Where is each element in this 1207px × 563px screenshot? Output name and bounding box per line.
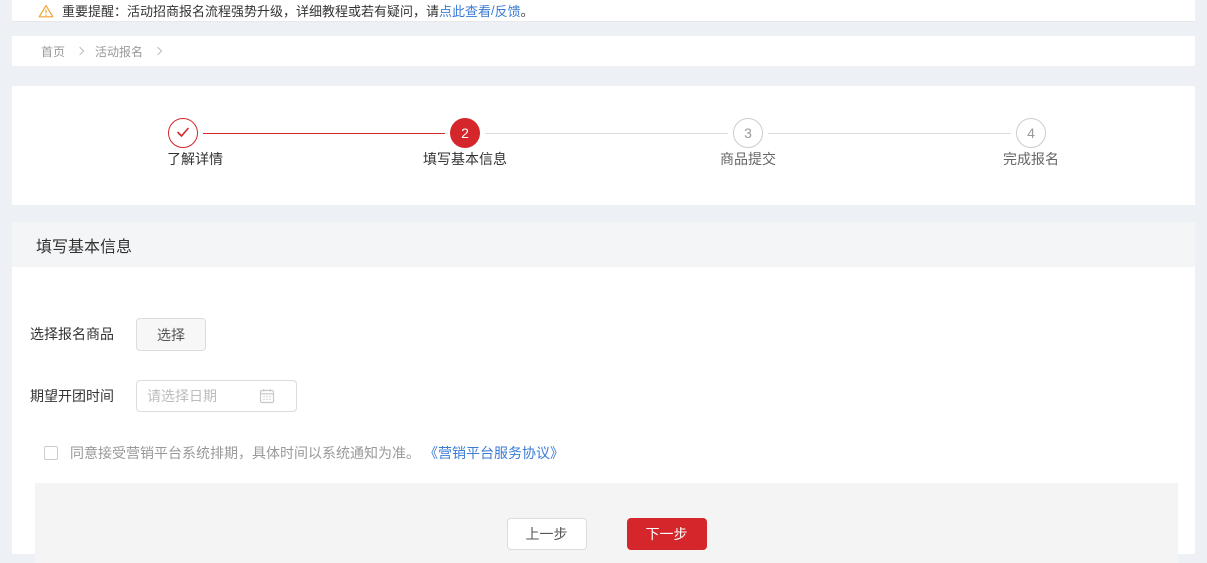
section-title: 填写基本信息	[36, 238, 133, 256]
step-4-label: 完成报名	[1003, 151, 1059, 167]
date-label: 期望开团时间	[30, 388, 114, 404]
product-label: 选择报名商品	[30, 326, 114, 342]
step-1-label: 了解详情	[167, 151, 223, 167]
step-2-label: 填写基本信息	[423, 151, 507, 167]
alert-view-link[interactable]: 点此查看	[439, 1, 491, 20]
step-connector-2-3	[485, 133, 728, 134]
form-footer: 上一步 下一步	[35, 483, 1178, 563]
select-product-button[interactable]: 选择	[136, 318, 206, 351]
step-3-circle: 3	[733, 118, 763, 148]
prev-step-button[interactable]: 上一步	[506, 518, 587, 550]
date-input[interactable]	[137, 381, 255, 411]
breadcrumb: 首页 活动报名	[12, 36, 1195, 66]
form-section: 填写基本信息 选择报名商品 选择 期望开团时间 同意接受营销平台系统排期，具体时…	[12, 222, 1195, 563]
chevron-right-icon	[153, 46, 163, 56]
step-1-circle	[168, 118, 198, 148]
step-4-number: 4	[1027, 125, 1035, 141]
alert-text-suffix: 。	[520, 4, 534, 19]
alert-bar: 重要提醒：活动招商报名流程强势升级，详细教程或若有疑问，请 点此查看 / 反馈。	[12, 0, 1195, 22]
step-connector-3-4	[768, 133, 1011, 134]
agreement-link[interactable]: 《营销平台服务协议》	[424, 443, 564, 463]
step-connector-1-2	[203, 133, 445, 134]
alert-text: 重要提醒：活动招商报名流程强势升级，详细教程或若有疑问，请	[62, 4, 440, 19]
section-header: 填写基本信息	[12, 222, 1195, 267]
step-2-number: 2	[461, 125, 469, 141]
breadcrumb-activity[interactable]: 活动报名	[95, 43, 143, 60]
step-2-circle: 2	[450, 118, 480, 148]
next-step-button[interactable]: 下一步	[626, 518, 707, 550]
chevron-right-icon	[75, 46, 85, 56]
agreement-row: 同意接受营销平台系统排期，具体时间以系统通知为准。 《营销平台服务协议》	[44, 443, 564, 463]
alert-feedback-link[interactable]: 反馈	[495, 1, 521, 20]
warning-icon	[38, 4, 54, 18]
date-field	[136, 380, 297, 412]
breadcrumb-home[interactable]: 首页	[41, 43, 65, 60]
stepper: 了解详情 2 填写基本信息 3 商品提交 4 完成报名	[12, 86, 1195, 205]
agreement-checkbox[interactable]	[44, 446, 58, 460]
step-3-number: 3	[744, 125, 752, 141]
step-4-circle: 4	[1016, 118, 1046, 148]
check-icon	[176, 125, 190, 141]
agreement-text: 同意接受营销平台系统排期，具体时间以系统通知为准。	[70, 445, 420, 461]
calendar-icon	[259, 388, 275, 404]
step-3-label: 商品提交	[720, 151, 776, 167]
